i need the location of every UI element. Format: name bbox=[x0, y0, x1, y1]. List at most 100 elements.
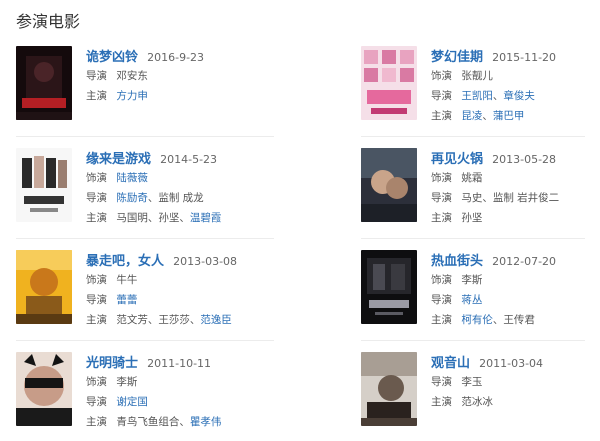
director-link[interactable]: 蒋丛 bbox=[461, 294, 482, 306]
divider bbox=[361, 136, 585, 137]
role-name: 姚霜 bbox=[461, 172, 483, 184]
cast-link[interactable]: 柯有伦 bbox=[461, 314, 493, 326]
cast-row: 主演 范文芳、王莎莎、范逸臣 bbox=[86, 310, 266, 330]
director-link[interactable]: 蕾蕾 bbox=[116, 294, 137, 306]
cast-label: 主演 bbox=[431, 110, 452, 122]
cast-label: 主演 bbox=[86, 90, 107, 102]
director-label: 导演 bbox=[86, 192, 107, 204]
cast-names: 青鸟飞鱼组合、 bbox=[116, 416, 190, 428]
director-label: 导演 bbox=[431, 90, 452, 102]
cast-row: 主演 青鸟飞鱼组合、瞿孝伟 bbox=[86, 412, 266, 432]
cast-link[interactable]: 昆凌 bbox=[461, 110, 482, 122]
cast-link[interactable]: 方力申 bbox=[116, 90, 148, 102]
director-row: 导演 邓安东 bbox=[86, 66, 266, 86]
divider bbox=[16, 340, 274, 341]
cast-name: 范冰冰 bbox=[461, 396, 493, 408]
director-row: 导演 蒋丛 bbox=[431, 290, 600, 310]
separator: 、 bbox=[492, 90, 504, 102]
cast-label: 主演 bbox=[86, 212, 107, 224]
director-label: 导演 bbox=[86, 396, 107, 408]
movie-card: 热血街头 2012-07-20 饰演 李斯 导演 蒋丛 主演 柯有伦、王传君 bbox=[361, 250, 600, 330]
role-row: 饰演 李斯 bbox=[431, 270, 600, 290]
section-title: 参演电影 bbox=[16, 12, 81, 31]
release-date: 2011-10-11 bbox=[147, 357, 212, 370]
movie-title-link[interactable]: 热血街头 bbox=[431, 254, 483, 269]
release-date: 2013-03-08 bbox=[173, 255, 238, 268]
director-extra: 、监制 成龙 bbox=[147, 192, 204, 204]
cast-row: 主演 马国明、孙坚、温碧霞 bbox=[86, 208, 266, 228]
role-row: 饰演 牛牛 bbox=[86, 270, 266, 290]
movie-poster[interactable] bbox=[361, 250, 417, 324]
director-row: 导演 李玉 bbox=[431, 372, 600, 392]
cast-label: 主演 bbox=[86, 314, 107, 326]
divider bbox=[16, 238, 274, 239]
director-row: 导演 马史、监制 岩井俊二 bbox=[431, 188, 600, 208]
movie-card: 光明骑士 2011-10-11 饰演 李斯 导演 谢定国 主演 青鸟飞鱼组合、瞿… bbox=[16, 352, 256, 432]
cast-name: 孙坚 bbox=[158, 212, 180, 224]
director-label: 导演 bbox=[431, 192, 452, 204]
role-name: 李斯 bbox=[461, 274, 483, 286]
role-row: 饰演 张靓儿 bbox=[431, 66, 600, 86]
role-label: 饰演 bbox=[431, 274, 452, 286]
director-label: 导演 bbox=[86, 294, 107, 306]
movie-title-link[interactable]: 缘来是游戏 bbox=[86, 152, 151, 167]
movie-title-link[interactable]: 观音山 bbox=[431, 356, 470, 371]
director-row: 导演 陈励奇、监制 成龙 bbox=[86, 188, 266, 208]
director-link[interactable]: 章俊夫 bbox=[503, 90, 535, 102]
movie-card: 再见火锅 2013-05-28 饰演 姚霜 导演 马史、监制 岩井俊二 主演 孙… bbox=[361, 148, 600, 228]
movie-title-link[interactable]: 光明骑士 bbox=[86, 356, 138, 371]
director-name: 邓安东 bbox=[116, 70, 148, 82]
director-label: 导演 bbox=[86, 70, 107, 82]
movie-poster[interactable] bbox=[16, 250, 72, 324]
director-name: 李玉 bbox=[461, 376, 483, 388]
movie-poster[interactable] bbox=[361, 148, 417, 222]
role-row: 饰演 陆薇薇 bbox=[86, 168, 266, 188]
cast-row: 主演 柯有伦、王传君 bbox=[431, 310, 600, 330]
movie-card: 缘来是游戏 2014-5-23 饰演 陆薇薇 导演 陈励奇、监制 成龙 主演 马… bbox=[16, 148, 256, 228]
role-link[interactable]: 陆薇薇 bbox=[116, 172, 148, 184]
movie-poster[interactable] bbox=[361, 46, 417, 120]
release-date: 2012-07-20 bbox=[492, 255, 557, 268]
cast-link[interactable]: 范逸臣 bbox=[200, 314, 232, 326]
release-date: 2011-03-04 bbox=[479, 357, 544, 370]
cast-row: 主演 孙坚 bbox=[431, 208, 600, 228]
cast-row: 主演 昆凌、蒲巴甲 bbox=[431, 106, 600, 126]
cast-label: 主演 bbox=[431, 314, 452, 326]
movie-title-link[interactable]: 梦幻佳期 bbox=[431, 50, 483, 65]
separator: 、 bbox=[482, 110, 493, 122]
director-label: 导演 bbox=[431, 376, 452, 388]
director-name: 马史、监制 岩井俊二 bbox=[461, 192, 560, 204]
cast-link[interactable]: 蒲巴甲 bbox=[493, 110, 525, 122]
release-date: 2015-11-20 bbox=[492, 51, 557, 64]
movie-poster[interactable] bbox=[16, 148, 72, 222]
cast-names: 范文芳、王莎莎、 bbox=[116, 314, 201, 326]
role-name: 牛牛 bbox=[116, 274, 138, 286]
separator: 、 bbox=[179, 212, 190, 224]
director-row: 导演 谢定国 bbox=[86, 392, 266, 412]
cast-row: 主演 方力申 bbox=[86, 86, 266, 106]
release-date: 2014-5-23 bbox=[160, 153, 218, 166]
cast-link[interactable]: 瞿孝伟 bbox=[190, 416, 222, 428]
release-date: 2013-05-28 bbox=[492, 153, 557, 166]
cast-link[interactable]: 温碧霞 bbox=[190, 212, 222, 224]
movie-card: 诡梦凶铃 2016-9-23 导演 邓安东 主演 方力申 bbox=[16, 46, 256, 126]
director-link[interactable]: 陈励奇 bbox=[116, 192, 148, 204]
movie-card: 观音山 2011-03-04 导演 李玉 主演 范冰冰 bbox=[361, 352, 600, 432]
movie-poster[interactable] bbox=[16, 46, 72, 120]
cast-name: 马国明 bbox=[116, 212, 148, 224]
movie-poster[interactable] bbox=[16, 352, 72, 426]
role-row: 饰演 姚霜 bbox=[431, 168, 600, 188]
movie-poster[interactable] bbox=[361, 352, 417, 426]
separator: 、 bbox=[147, 212, 159, 224]
movie-title-link[interactable]: 再见火锅 bbox=[431, 152, 483, 167]
cast-name: 孙坚 bbox=[461, 212, 483, 224]
movie-title-link[interactable]: 暴走吧，女人 bbox=[86, 254, 164, 269]
cast-name: 王传君 bbox=[503, 314, 535, 326]
divider bbox=[361, 340, 585, 341]
movie-title-link[interactable]: 诡梦凶铃 bbox=[86, 50, 138, 65]
director-label: 导演 bbox=[431, 294, 452, 306]
separator: 、 bbox=[492, 314, 504, 326]
cast-label: 主演 bbox=[86, 416, 107, 428]
director-link[interactable]: 王凯阳 bbox=[461, 90, 493, 102]
director-link[interactable]: 谢定国 bbox=[116, 396, 148, 408]
